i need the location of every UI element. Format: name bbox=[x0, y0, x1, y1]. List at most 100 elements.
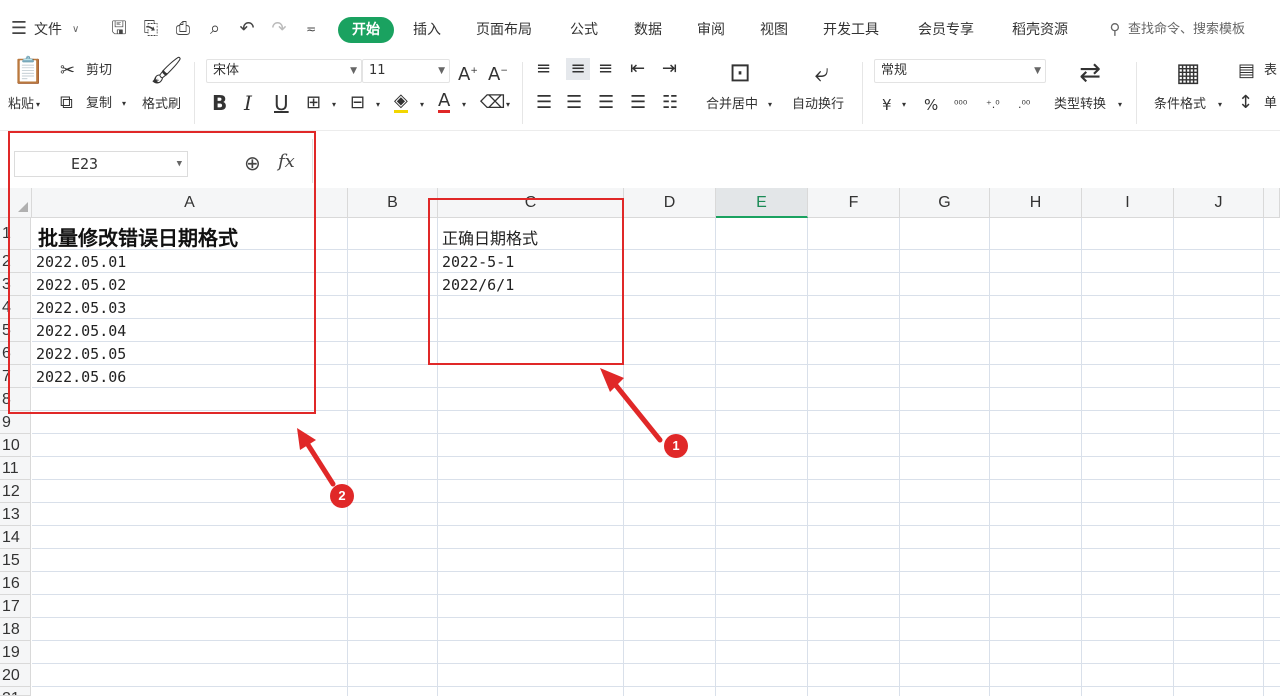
row-header-17[interactable]: 17 bbox=[0, 595, 31, 618]
cell-style-dropdown-icon[interactable]: ▾ bbox=[376, 96, 380, 114]
column-header-g[interactable]: G bbox=[900, 188, 990, 218]
row-header-9[interactable]: 9 bbox=[0, 411, 31, 434]
row-header-13[interactable]: 13 bbox=[0, 503, 31, 526]
row-header-14[interactable]: 14 bbox=[0, 526, 31, 549]
type-convert-dropdown-icon[interactable]: ▾ bbox=[1118, 96, 1122, 114]
column-header-b[interactable]: B bbox=[348, 188, 438, 218]
print-icon[interactable]: ⎙ bbox=[172, 18, 194, 40]
redo-icon[interactable]: ↷ bbox=[268, 18, 290, 40]
align-left-icon[interactable]: ☰ bbox=[536, 92, 552, 114]
column-header-k[interactable] bbox=[1264, 188, 1280, 218]
borders-icon[interactable]: ⊞ bbox=[306, 92, 321, 114]
column-header-d[interactable]: D bbox=[624, 188, 716, 218]
conditional-format-icon[interactable]: ▦ bbox=[1172, 58, 1204, 88]
row-header-12[interactable]: 12 bbox=[0, 480, 31, 503]
tab-view[interactable]: 视图 bbox=[760, 20, 788, 40]
indent-increase-icon[interactable]: ⇥ bbox=[662, 58, 677, 80]
tab-insert[interactable]: 插入 bbox=[413, 20, 441, 40]
type-convert-button[interactable]: 类型转换 bbox=[1054, 96, 1106, 114]
decrease-decimal-icon[interactable]: .⁰⁰ bbox=[1018, 96, 1030, 114]
copy-dropdown-icon[interactable]: ▾ bbox=[122, 95, 126, 113]
cell-style-icon[interactable]: ⊟ bbox=[350, 92, 365, 114]
align-right-icon[interactable]: ☰ bbox=[598, 92, 614, 114]
row-header-19[interactable]: 19 bbox=[0, 641, 31, 664]
row-header-20[interactable]: 20 bbox=[0, 664, 31, 687]
merge-dropdown-icon[interactable]: ▾ bbox=[768, 96, 772, 114]
percent-button[interactable]: % bbox=[924, 96, 938, 114]
column-header-h[interactable]: H bbox=[990, 188, 1082, 218]
font-size-select[interactable]: 11 ▼ bbox=[362, 59, 450, 83]
hamburger-menu-icon[interactable]: ☰ bbox=[8, 18, 30, 40]
conditional-format-dropdown-icon[interactable]: ▾ bbox=[1218, 96, 1222, 114]
export-pdf-icon[interactable]: ⎘ bbox=[140, 18, 162, 40]
format-painter-button[interactable]: 格式刷 bbox=[142, 96, 181, 114]
row-header-18[interactable]: 18 bbox=[0, 618, 31, 641]
column-header-j[interactable]: J bbox=[1174, 188, 1264, 218]
column-header-e[interactable]: E bbox=[716, 188, 808, 218]
tab-review[interactable]: 审阅 bbox=[697, 20, 725, 40]
row-header-15[interactable]: 15 bbox=[0, 549, 31, 572]
command-search-input[interactable]: 查找命令、搜索模板 bbox=[1128, 20, 1245, 40]
cell-format-icon[interactable]: ↕ bbox=[1238, 92, 1253, 114]
fill-color-dropdown-icon[interactable]: ▾ bbox=[420, 96, 424, 114]
fill-color-icon[interactable]: ◈ bbox=[394, 92, 408, 113]
tab-home[interactable]: 开始 bbox=[338, 17, 394, 43]
borders-dropdown-icon[interactable]: ▾ bbox=[332, 96, 336, 114]
cell-button[interactable]: 单 bbox=[1264, 95, 1277, 113]
row-header-10[interactable]: 10 bbox=[0, 434, 31, 457]
tab-developer[interactable]: 开发工具 bbox=[823, 20, 879, 40]
type-convert-icon[interactable]: ⇄ bbox=[1074, 58, 1106, 88]
align-middle-icon[interactable]: ≡ bbox=[566, 58, 590, 80]
merge-center-icon[interactable]: ⊡ bbox=[724, 58, 756, 88]
paste-icon[interactable]: 📋 bbox=[12, 56, 44, 86]
save-icon[interactable]: 🖫 bbox=[108, 18, 130, 40]
clear-format-icon[interactable]: ⌫ bbox=[480, 92, 505, 114]
file-menu[interactable]: 文件 bbox=[34, 20, 62, 40]
column-header-i[interactable]: I bbox=[1082, 188, 1174, 218]
row-header-16[interactable]: 16 bbox=[0, 572, 31, 595]
copy-button[interactable]: 复制 bbox=[86, 95, 112, 113]
currency-button[interactable]: ¥ bbox=[882, 96, 892, 114]
distributed-align-icon[interactable]: ☷ bbox=[662, 92, 678, 114]
currency-dropdown-icon[interactable]: ▾ bbox=[902, 96, 906, 114]
table-style-button[interactable]: 表 bbox=[1264, 62, 1277, 80]
align-top-icon[interactable]: ≡ bbox=[536, 58, 551, 80]
increase-decimal-icon[interactable]: ⁺.⁰ bbox=[986, 96, 1000, 114]
print-preview-icon[interactable]: ⌕ bbox=[204, 18, 226, 40]
font-color-dropdown-icon[interactable]: ▾ bbox=[462, 96, 466, 114]
number-format-select[interactable]: 常规 ▼ bbox=[874, 59, 1046, 83]
italic-icon[interactable]: I bbox=[244, 92, 252, 114]
tab-docer-resources[interactable]: 稻壳资源 bbox=[1012, 20, 1068, 40]
wrap-text-button[interactable]: 自动换行 bbox=[792, 96, 844, 114]
align-bottom-icon[interactable]: ≡ bbox=[598, 58, 613, 80]
customize-toolbar-icon[interactable]: ≂ bbox=[300, 18, 322, 40]
format-painter-icon[interactable]: 🖌 bbox=[150, 56, 183, 86]
tab-formulas[interactable]: 公式 bbox=[570, 20, 598, 40]
conditional-format-button[interactable]: 条件格式 bbox=[1154, 96, 1206, 114]
formula-input[interactable] bbox=[316, 139, 1276, 183]
row-header-21[interactable]: 21 bbox=[0, 687, 31, 696]
row-header-11[interactable]: 11 bbox=[0, 457, 31, 480]
scissors-icon[interactable]: ✂ bbox=[60, 60, 75, 82]
bold-icon[interactable]: B bbox=[212, 92, 227, 114]
paste-dropdown-icon[interactable]: ▾ bbox=[36, 96, 40, 114]
align-center-icon[interactable]: ☰ bbox=[566, 92, 582, 114]
tab-member[interactable]: 会员专享 bbox=[918, 20, 974, 40]
copy-icon[interactable]: ⧉ bbox=[60, 92, 73, 114]
wrap-text-icon[interactable]: ⤶ bbox=[806, 58, 838, 88]
tab-data[interactable]: 数据 bbox=[634, 20, 662, 40]
thousands-separator-icon[interactable]: ⁰⁰⁰ bbox=[954, 96, 967, 114]
paste-button[interactable]: 粘贴 bbox=[8, 96, 34, 114]
decrease-font-icon[interactable]: A− bbox=[488, 60, 508, 86]
underline-icon[interactable]: U bbox=[274, 92, 289, 114]
increase-font-icon[interactable]: A+ bbox=[458, 60, 478, 86]
chevron-down-icon[interactable]: ∨ bbox=[72, 20, 79, 40]
indent-decrease-icon[interactable]: ⇤ bbox=[630, 58, 645, 80]
justify-icon[interactable]: ☰ bbox=[630, 92, 646, 114]
table-style-icon[interactable]: ▤ bbox=[1238, 60, 1255, 82]
cut-button[interactable]: 剪切 bbox=[86, 62, 112, 80]
merge-center-button[interactable]: 合并居中 bbox=[706, 96, 758, 114]
column-header-f[interactable]: F bbox=[808, 188, 900, 218]
undo-icon[interactable]: ↶ bbox=[236, 18, 258, 40]
font-color-icon[interactable]: A bbox=[438, 92, 451, 113]
